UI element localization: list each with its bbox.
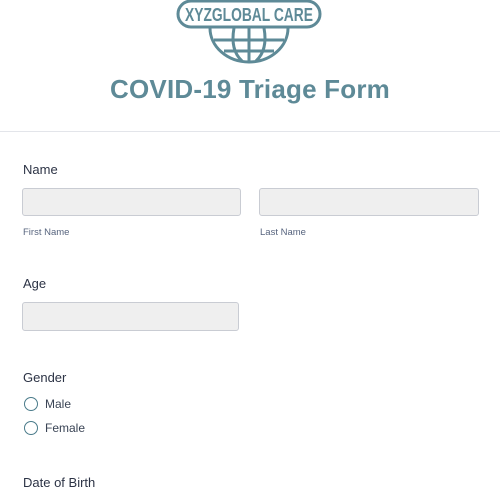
last-name-sublabel: Last Name	[260, 227, 306, 238]
gender-option-female[interactable]: Female	[24, 419, 85, 437]
logo-text: XYZGLOBAL CARE	[185, 4, 313, 25]
female-radio-label: Female	[45, 421, 86, 435]
last-name-input[interactable]	[259, 188, 479, 216]
age-input[interactable]	[22, 302, 239, 331]
first-name-sublabel: First Name	[23, 227, 70, 238]
name-label: Name	[23, 162, 58, 177]
gender-option-male[interactable]: Male	[24, 395, 71, 413]
male-radio-label: Male	[45, 397, 72, 411]
form-header: XYZGLOBAL CARE COVID-19 Triage Form	[0, 0, 500, 132]
dob-label: Date of Birth	[23, 475, 96, 490]
gender-label: Gender	[23, 370, 67, 385]
xyz-global-care-logo: XYZGLOBAL CARE	[176, 0, 322, 64]
first-name-input[interactable]	[22, 188, 241, 216]
age-label: Age	[23, 276, 47, 291]
female-radio[interactable]	[24, 421, 38, 435]
form-title: COVID-19 Triage Form	[110, 74, 390, 104]
male-radio[interactable]	[24, 397, 38, 411]
